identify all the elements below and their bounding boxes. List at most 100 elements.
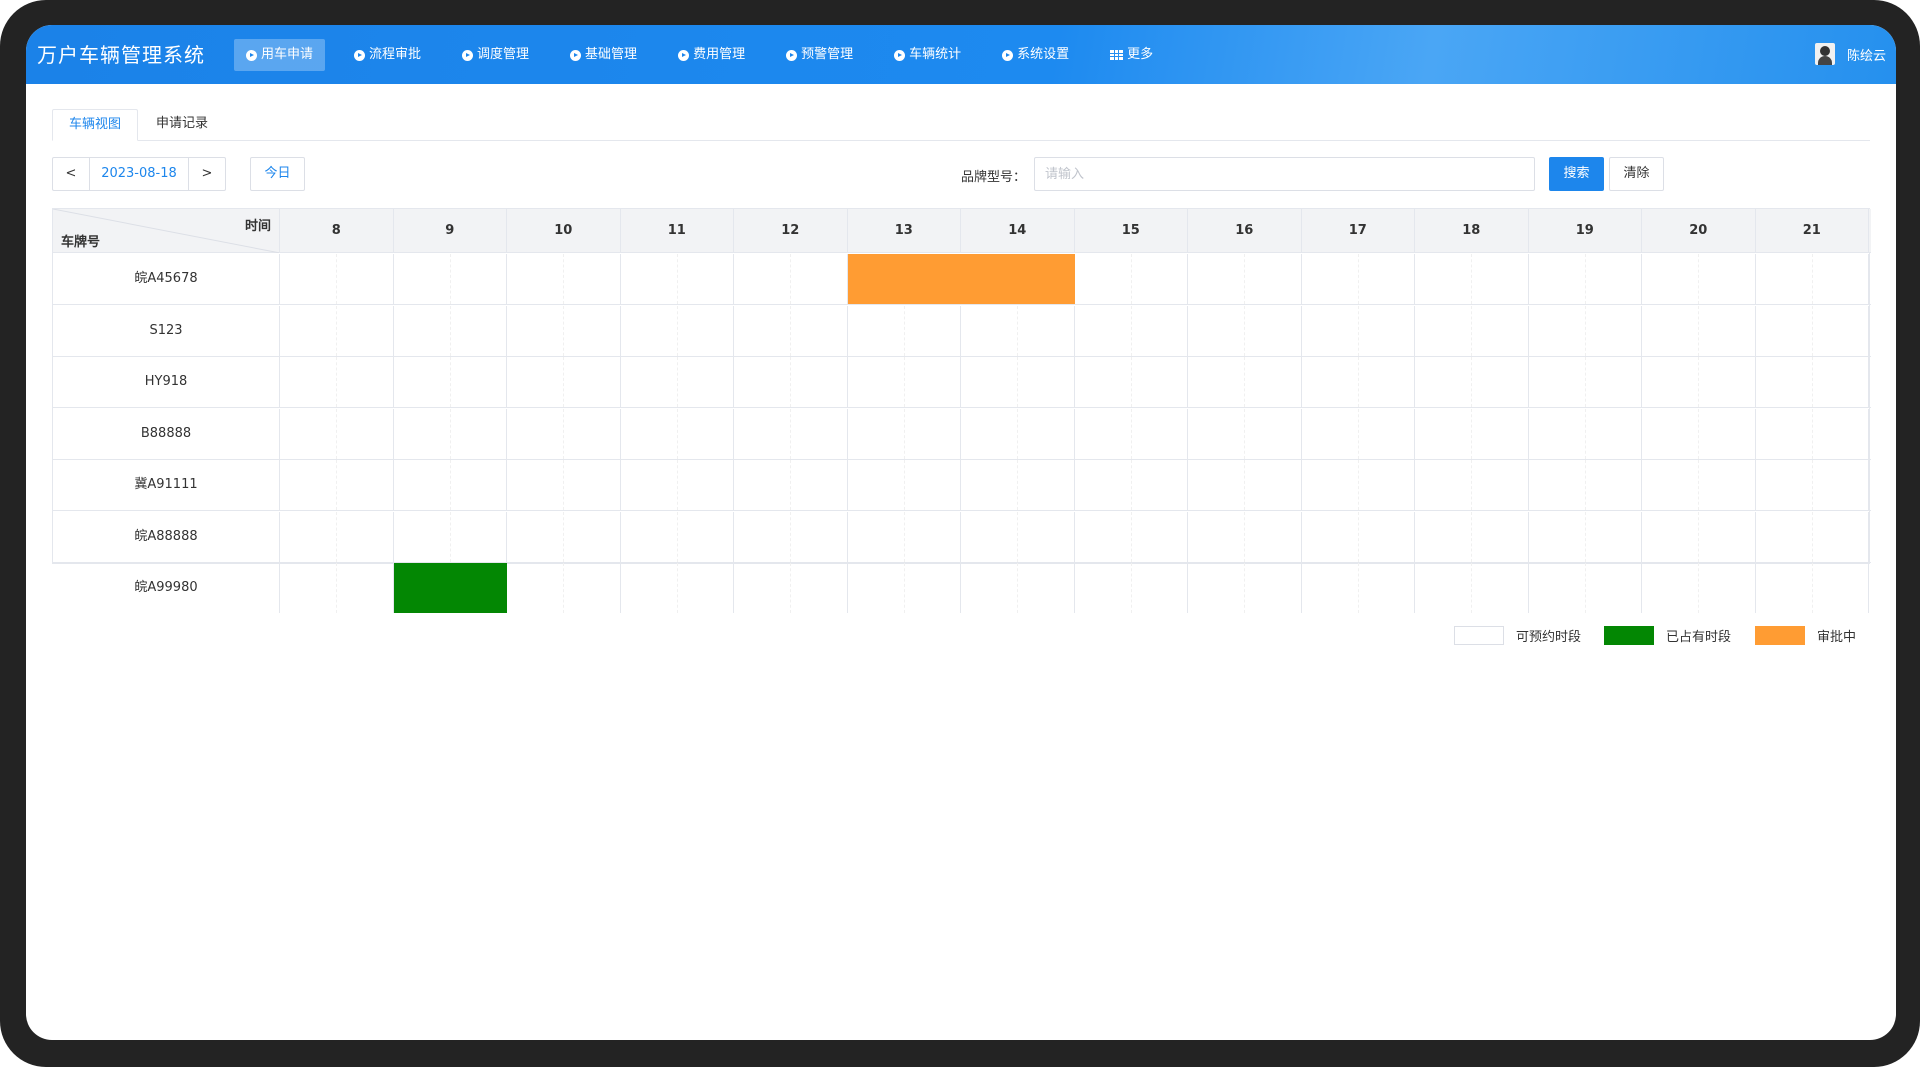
time-slot-cell[interactable]: [1415, 460, 1529, 510]
time-slot-cell[interactable]: [280, 357, 394, 407]
time-slot-cell[interactable]: [848, 511, 961, 562]
time-slot-cell[interactable]: [961, 357, 1075, 407]
time-slot-cell[interactable]: [394, 460, 507, 510]
time-slot-cell[interactable]: [280, 305, 394, 356]
time-slot-cell[interactable]: [1188, 305, 1302, 356]
time-slot-cell[interactable]: [394, 305, 507, 356]
time-slot-cell[interactable]: [1302, 460, 1415, 510]
time-slot-cell[interactable]: [507, 563, 621, 613]
time-slot-cell[interactable]: [1302, 254, 1415, 304]
time-slot-cell[interactable]: [621, 563, 734, 613]
time-slot-cell[interactable]: [1188, 563, 1302, 613]
time-slot-cell[interactable]: [1188, 357, 1302, 407]
time-slot-cell[interactable]: [961, 305, 1075, 356]
time-slot-cell[interactable]: [1415, 563, 1529, 613]
time-slot-cell[interactable]: [1642, 563, 1756, 613]
time-slot-cell[interactable]: [1529, 563, 1642, 613]
time-slot-cell[interactable]: [1642, 305, 1756, 356]
time-slot-cell[interactable]: [507, 511, 621, 562]
time-slot-cell[interactable]: [734, 408, 848, 459]
time-slot-cell[interactable]: [1642, 408, 1756, 459]
time-slot-cell[interactable]: [621, 460, 734, 510]
next-day-button[interactable]: >: [189, 158, 225, 190]
time-slot-cell[interactable]: [961, 563, 1075, 613]
time-slot-cell[interactable]: [1756, 254, 1869, 304]
nav-item-0[interactable]: 用车申请: [234, 39, 326, 71]
time-slot-cell[interactable]: [1642, 511, 1756, 562]
time-slot-cell[interactable]: [1415, 357, 1529, 407]
time-slot-cell[interactable]: [280, 460, 394, 510]
time-slot-cell[interactable]: [848, 357, 961, 407]
time-slot-cell[interactable]: [394, 254, 507, 304]
time-slot-cell[interactable]: [394, 408, 507, 459]
time-slot-cell[interactable]: [1529, 254, 1642, 304]
time-slot-cell[interactable]: [1188, 408, 1302, 459]
time-slot-cell[interactable]: [1415, 305, 1529, 356]
time-slot-cell[interactable]: [1529, 408, 1642, 459]
time-slot-cell[interactable]: [394, 511, 507, 562]
time-slot-cell[interactable]: [1302, 408, 1415, 459]
time-slot-cell[interactable]: [1642, 357, 1756, 407]
time-slot-cell[interactable]: [507, 254, 621, 304]
time-slot-cell[interactable]: [1302, 511, 1415, 562]
current-date[interactable]: 2023-08-18: [89, 158, 189, 190]
time-slot-cell[interactable]: [1642, 254, 1756, 304]
time-slot-cell[interactable]: [848, 408, 961, 459]
user-name[interactable]: 陈绘云: [1847, 45, 1886, 64]
time-slot-cell[interactable]: [734, 511, 848, 562]
search-button[interactable]: 搜索: [1549, 157, 1604, 191]
time-slot-cell[interactable]: [1756, 511, 1869, 562]
time-slot-cell[interactable]: [1302, 563, 1415, 613]
time-slot-cell[interactable]: [1188, 460, 1302, 510]
time-slot-cell[interactable]: [507, 408, 621, 459]
nav-item-4[interactable]: 费用管理: [666, 39, 757, 71]
time-slot-cell[interactable]: [734, 305, 848, 356]
avatar[interactable]: [1814, 43, 1835, 65]
time-slot-cell[interactable]: [280, 563, 394, 613]
time-slot-cell[interactable]: [621, 254, 734, 304]
time-slot-cell[interactable]: [848, 305, 961, 356]
nav-item-2[interactable]: 调度管理: [450, 39, 541, 71]
nav-item-5[interactable]: 预警管理: [774, 39, 865, 71]
time-slot-cell[interactable]: [621, 408, 734, 459]
today-button[interactable]: 今日: [250, 157, 305, 191]
time-slot-cell[interactable]: [507, 357, 621, 407]
time-slot-cell[interactable]: [507, 305, 621, 356]
time-slot-cell[interactable]: [1529, 305, 1642, 356]
time-slot-cell[interactable]: [1188, 511, 1302, 562]
time-slot-cell[interactable]: [1529, 460, 1642, 510]
time-slot-cell[interactable]: [621, 305, 734, 356]
nav-item-8[interactable]: 更多: [1098, 39, 1165, 71]
time-slot-cell[interactable]: [734, 563, 848, 613]
time-slot-cell[interactable]: [1642, 460, 1756, 510]
nav-item-7[interactable]: 系统设置: [990, 39, 1081, 71]
time-slot-cell[interactable]: [961, 511, 1075, 562]
nav-item-1[interactable]: 流程审批: [342, 39, 433, 71]
time-slot-cell[interactable]: [734, 357, 848, 407]
brand-model-input[interactable]: [1034, 157, 1535, 191]
time-slot-cell[interactable]: [1075, 460, 1188, 510]
clear-button[interactable]: 清除: [1609, 157, 1664, 191]
time-slot-cell[interactable]: [1529, 357, 1642, 407]
prev-day-button[interactable]: <: [53, 158, 89, 190]
time-slot-cell[interactable]: [1756, 408, 1869, 459]
time-slot-cell[interactable]: [507, 460, 621, 510]
time-slot-cell[interactable]: [1756, 357, 1869, 407]
time-slot-cell[interactable]: [394, 357, 507, 407]
time-slot-cell[interactable]: [1075, 254, 1188, 304]
time-slot-cell[interactable]: [280, 511, 394, 562]
time-slot-cell[interactable]: [1075, 305, 1188, 356]
time-slot-cell[interactable]: [1188, 254, 1302, 304]
tab-vehicle-view[interactable]: 车辆视图: [52, 109, 139, 141]
time-slot-cell[interactable]: [1415, 408, 1529, 459]
tab-application-records[interactable]: 申请记录: [140, 109, 224, 141]
time-slot-cell[interactable]: [280, 408, 394, 459]
time-slot-cell[interactable]: [848, 563, 961, 613]
time-slot-cell[interactable]: [1075, 563, 1188, 613]
time-slot-cell[interactable]: [1415, 254, 1529, 304]
time-slot-cell[interactable]: [1529, 511, 1642, 562]
time-slot-cell[interactable]: [280, 254, 394, 304]
time-slot-cell[interactable]: [1756, 563, 1869, 613]
booking-block-pending[interactable]: [847, 254, 1075, 304]
booking-block-occupied[interactable]: [393, 563, 507, 613]
